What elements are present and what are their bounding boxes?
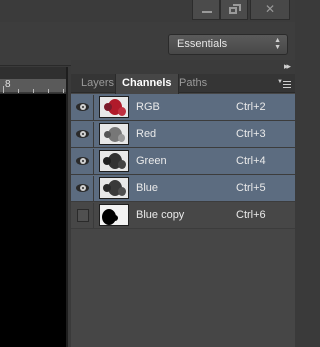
thumbnail-splash	[118, 134, 125, 142]
eye-icon	[76, 184, 89, 192]
thumbnail-splash	[112, 215, 118, 221]
channel-list: RGB Ctrl+2 Red Ctrl+3 Green Ctrl+4 Blue …	[71, 94, 295, 229]
ruler-tick	[33, 89, 34, 93]
panel-menu-line	[283, 81, 291, 82]
channel-row-blue[interactable]: Blue Ctrl+5	[71, 175, 295, 202]
minimize-icon	[202, 11, 212, 13]
visibility-toggle[interactable]	[72, 95, 94, 120]
visibility-toggle[interactable]	[72, 176, 94, 201]
thumbnail-splash	[103, 157, 111, 165]
thumbnail-splash	[104, 103, 112, 111]
channel-shortcut: Ctrl+3	[236, 128, 266, 140]
channel-row-rgb[interactable]: RGB Ctrl+2	[71, 94, 295, 121]
thumbnail-splash	[118, 160, 126, 169]
ruler-tick	[48, 89, 49, 93]
horizontal-ruler[interactable]: 8	[0, 79, 68, 93]
tab-layers[interactable]: Layers	[75, 74, 120, 93]
thumbnail-splash	[118, 187, 126, 196]
tab-channels[interactable]: Channels	[115, 74, 179, 94]
thumbnail-splash	[118, 107, 126, 116]
ruler-tick	[63, 89, 64, 93]
channel-thumbnail	[99, 123, 129, 145]
restore-icon	[229, 7, 237, 14]
workspace-switcher[interactable]: Essentials ▲ ▼	[168, 34, 288, 55]
visibility-empty-box	[77, 209, 89, 222]
eye-icon	[76, 103, 89, 111]
channel-name: Red	[136, 128, 157, 140]
channel-name: Green	[136, 155, 167, 167]
panel-menu-line	[283, 87, 291, 88]
ruler-tick	[18, 89, 19, 93]
channel-thumbnail	[99, 96, 129, 118]
panel-divider[interactable]	[66, 67, 68, 347]
eye-icon-pupil	[82, 133, 84, 135]
eye-icon-pupil	[82, 187, 84, 189]
thumbnail-splash	[104, 131, 111, 138]
close-icon: ✕	[264, 2, 276, 16]
channel-thumbnail	[99, 150, 129, 172]
visibility-toggle[interactable]	[72, 203, 94, 228]
channel-shortcut: Ctrl+5	[236, 182, 266, 194]
channel-name: Blue copy	[136, 209, 185, 221]
document-canvas[interactable]	[0, 94, 66, 347]
panel-menu-line	[283, 84, 291, 85]
eye-icon	[76, 157, 89, 165]
panel-tabs: Layers Channels Paths ▼	[71, 74, 295, 94]
eye-icon-pupil	[82, 106, 84, 108]
channel-shortcut: Ctrl+2	[236, 101, 266, 113]
close-button[interactable]: ✕	[250, 0, 290, 20]
updown-arrows-icon: ▲ ▼	[274, 37, 281, 51]
channel-shortcut: Ctrl+4	[236, 155, 266, 167]
visibility-toggle[interactable]	[72, 149, 94, 174]
eye-icon-pupil	[82, 160, 84, 162]
restore-button[interactable]	[220, 0, 248, 20]
channel-row-red[interactable]: Red Ctrl+3	[71, 121, 295, 148]
channel-thumbnail	[99, 177, 129, 199]
channel-name: RGB	[136, 101, 160, 113]
channels-panel: ▸▸ Layers Channels Paths ▼ RGB Ctrl+2 Re…	[71, 60, 295, 347]
eye-icon	[76, 130, 89, 138]
ruler-label: 8	[5, 79, 11, 90]
channel-thumbnail	[99, 204, 129, 226]
panel-menu-icon[interactable]: ▼	[277, 79, 291, 89]
channel-row-green[interactable]: Green Ctrl+4	[71, 148, 295, 175]
ruler-tick	[3, 86, 4, 93]
tab-paths[interactable]: Paths	[173, 74, 213, 93]
panel-header: ▸▸	[71, 60, 295, 74]
minimize-button[interactable]	[192, 0, 220, 20]
thumbnail-splash	[103, 184, 111, 192]
window-title-bar: ✕	[0, 0, 295, 22]
document-area: 8	[0, 67, 68, 347]
channel-name: Blue	[136, 182, 159, 194]
workspace-label: Essentials	[177, 38, 228, 50]
channel-shortcut: Ctrl+6	[236, 209, 266, 221]
collapse-panels-icon[interactable]: ▸▸	[284, 61, 291, 72]
visibility-toggle[interactable]	[72, 122, 94, 147]
channel-row-blue-copy[interactable]: Blue copy Ctrl+6	[71, 202, 295, 229]
